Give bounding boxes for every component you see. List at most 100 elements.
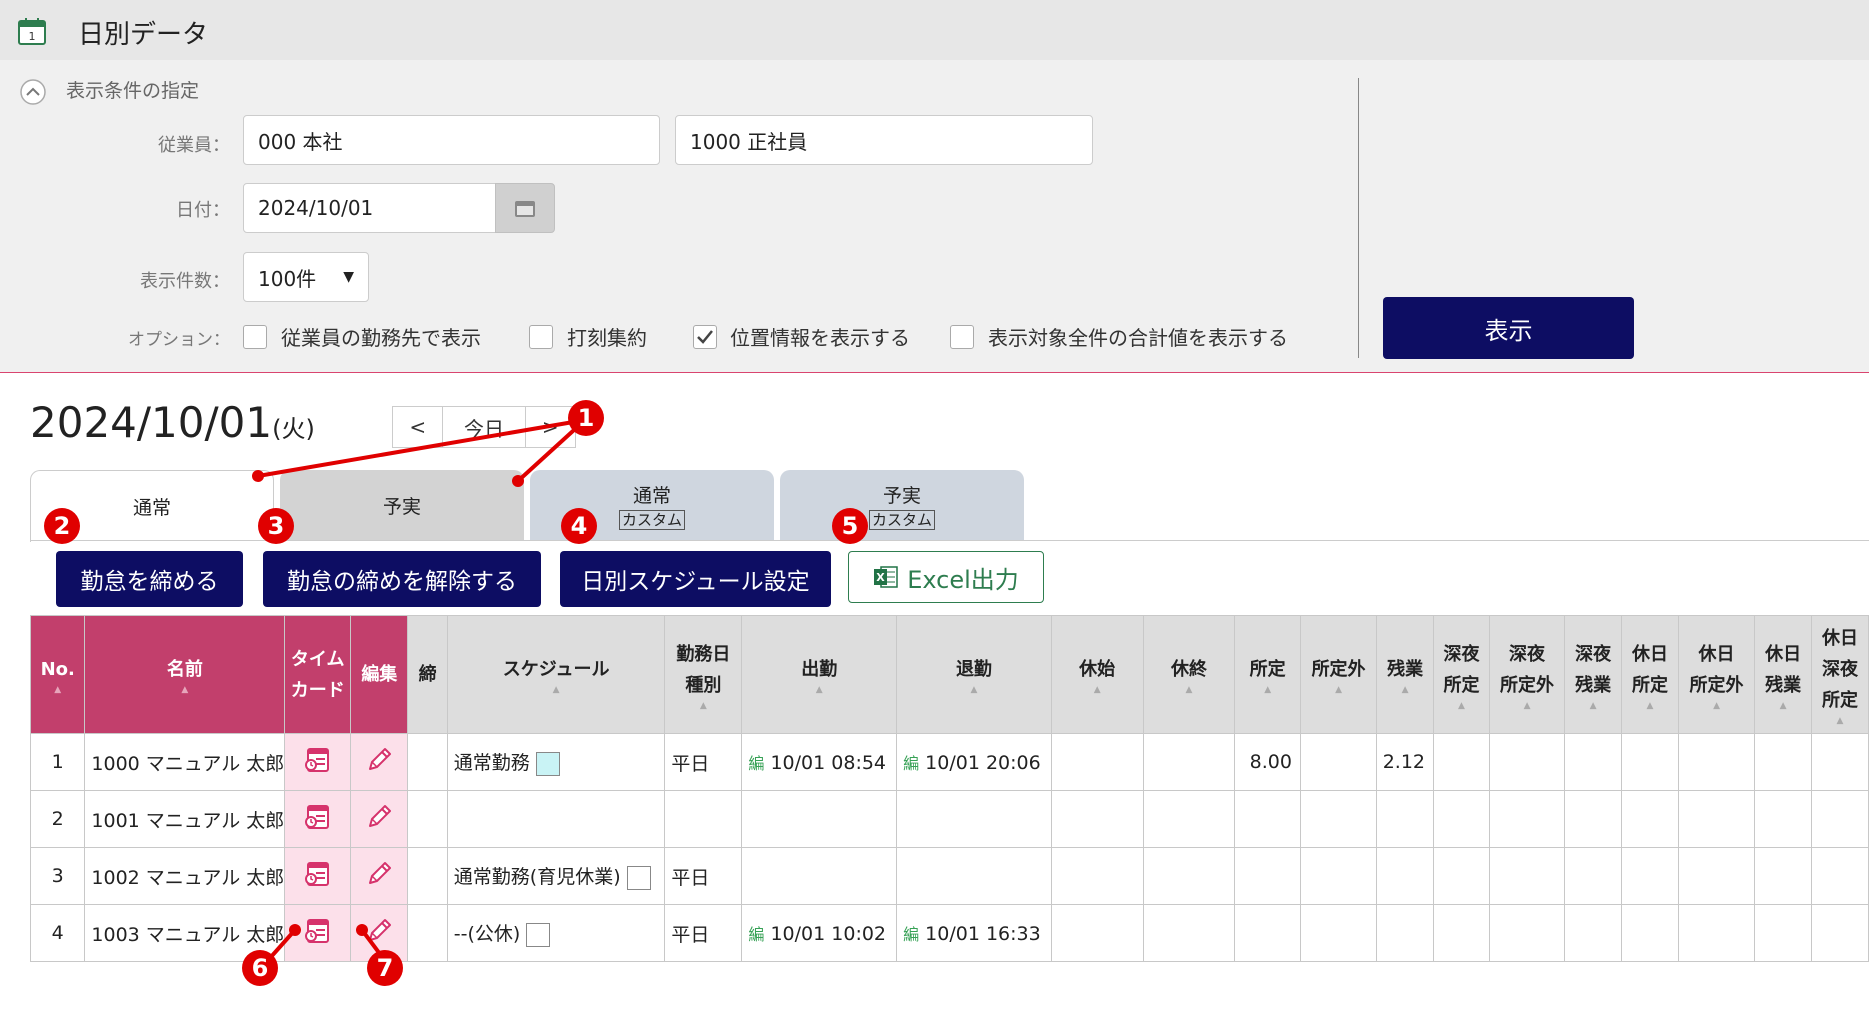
cell-overtime bbox=[1376, 790, 1435, 848]
sort-icon: ▲ bbox=[1185, 685, 1193, 695]
option-checkbox-total[interactable] bbox=[950, 325, 974, 349]
tab-plan-actual[interactable]: 予実 bbox=[280, 470, 524, 540]
cell-close bbox=[407, 733, 448, 791]
employee-type-input[interactable]: 1000 正社員 bbox=[675, 115, 1093, 165]
column-header-non_sched[interactable]: 所定外 ▲ bbox=[1299, 615, 1378, 734]
column-header-text: 退勤 bbox=[955, 659, 992, 680]
clock-in-time: 10/01 10:02 bbox=[770, 923, 887, 945]
column-header-daytype[interactable]: 勤務日 種別 ▲ bbox=[664, 615, 743, 734]
cell-empty bbox=[1488, 790, 1566, 848]
column-header-sched[interactable]: 所定 ▲ bbox=[1234, 615, 1301, 734]
column-header-text: 所定外 bbox=[1500, 674, 1555, 696]
cell-empty bbox=[1754, 733, 1812, 791]
column-header-hol_ot[interactable]: 休日 残業 ▲ bbox=[1754, 615, 1812, 734]
tab-normal-custom-sub: カスタム bbox=[618, 509, 685, 530]
cell-empty bbox=[1433, 847, 1490, 905]
column-header-hol_sched[interactable]: 休日 所定 ▲ bbox=[1621, 615, 1679, 734]
cell-scheduled-hours bbox=[1234, 790, 1301, 848]
column-header-hol_late[interactable]: 休日 深夜 所定 ▲ bbox=[1811, 615, 1869, 734]
cell-daytype: 平日 bbox=[664, 904, 743, 962]
cell-empty bbox=[1677, 904, 1756, 962]
column-header-hol_non[interactable]: 休日 所定外 ▲ bbox=[1677, 615, 1756, 734]
cell-empty bbox=[1488, 733, 1566, 791]
option-checkbox-aggregate[interactable] bbox=[529, 325, 553, 349]
cell-clock-in bbox=[741, 847, 898, 905]
tab-plan-actual-custom-label: 予実 bbox=[882, 484, 921, 507]
today-button[interactable]: 今日 bbox=[443, 407, 526, 447]
cell-no-text: 1 bbox=[51, 751, 64, 773]
timecard-icon[interactable] bbox=[303, 859, 333, 894]
timecard-icon[interactable] bbox=[303, 802, 333, 837]
sort-icon: ▲ bbox=[970, 685, 978, 695]
column-header-overtime[interactable]: 残業 ▲ bbox=[1376, 615, 1435, 734]
option-checkbox-location[interactable] bbox=[693, 325, 717, 349]
cell-non-scheduled bbox=[1299, 847, 1378, 905]
column-header-no[interactable]: No. ▲ bbox=[29, 615, 86, 734]
column-header-timecard: タイム カード bbox=[284, 615, 352, 734]
cell-empty bbox=[1811, 904, 1869, 962]
clock-in-time: 10/01 08:54 bbox=[770, 752, 887, 774]
cell-name: 1002 マニュアル 太郎 bbox=[84, 847, 286, 905]
column-header-text: 休日 bbox=[1822, 628, 1858, 649]
cell-empty bbox=[1621, 904, 1679, 962]
cell-daytype: 平日 bbox=[664, 733, 743, 791]
pencil-icon[interactable] bbox=[364, 859, 394, 894]
column-header-name[interactable]: 名前 ▲ bbox=[84, 615, 286, 734]
timecard-icon[interactable] bbox=[303, 916, 333, 951]
sort-icon: ▲ bbox=[815, 685, 823, 695]
cell-empty bbox=[1621, 790, 1679, 848]
employee-office-input[interactable]: 000 本社 bbox=[243, 115, 660, 165]
show-button[interactable]: 表示 bbox=[1383, 297, 1634, 359]
column-header-late_ot[interactable]: 深夜 残業 ▲ bbox=[1564, 615, 1623, 734]
cell-edit bbox=[350, 790, 409, 848]
excel-icon: X bbox=[874, 566, 898, 588]
option-checkbox-workplace[interactable] bbox=[243, 325, 267, 349]
count-select[interactable]: 100件 ▼ bbox=[243, 252, 369, 302]
schedule-name: 通常勤務 bbox=[453, 752, 530, 775]
column-header-brk_end[interactable]: 休終 ▲ bbox=[1142, 615, 1236, 734]
column-header-late_non[interactable]: 深夜 所定外 ▲ bbox=[1488, 615, 1566, 734]
schedule-color-swatch bbox=[535, 751, 560, 776]
filter-heading: 表示条件の指定 bbox=[66, 80, 200, 102]
cell-edit bbox=[350, 847, 409, 905]
date-input[interactable]: 2024/10/01 bbox=[243, 183, 496, 233]
daily-schedule-button[interactable]: 日別スケジュール設定 bbox=[560, 551, 831, 607]
cell-clock-in: 編 10/01 08:54 bbox=[741, 733, 898, 791]
date-picker-button[interactable] bbox=[495, 183, 555, 233]
column-header-brk_start[interactable]: 休始 ▲ bbox=[1050, 615, 1144, 734]
cell-empty bbox=[1754, 847, 1812, 905]
scheduled-hours: 8.00 bbox=[1249, 751, 1292, 773]
column-header-text: 所定 bbox=[1443, 674, 1480, 696]
chevron-up-icon[interactable] bbox=[19, 78, 47, 106]
cell-non-scheduled bbox=[1299, 733, 1378, 791]
annotation-badge-5: 5 bbox=[832, 508, 868, 544]
employee-label: 従業員： bbox=[158, 135, 230, 156]
tab-plan-actual-custom[interactable]: 予実 カスタム bbox=[780, 470, 1024, 540]
cell-empty bbox=[1677, 790, 1756, 848]
schedule-name: 通常勤務(育児休業) bbox=[453, 866, 621, 889]
svg-text:1: 1 bbox=[29, 30, 36, 43]
excel-export-label: Excel出力 bbox=[907, 565, 1019, 594]
cell-schedule: --(公休) bbox=[446, 904, 666, 962]
pencil-icon[interactable] bbox=[364, 745, 394, 780]
svg-text:X: X bbox=[876, 571, 885, 584]
excel-export-button[interactable]: X Excel出力 bbox=[848, 551, 1044, 603]
cell-schedule: 通常勤務 bbox=[446, 733, 666, 791]
schedule-color-swatch bbox=[626, 865, 651, 890]
cell-break-start bbox=[1050, 904, 1144, 962]
column-header-out[interactable]: 退勤 ▲ bbox=[896, 615, 1052, 734]
pencil-icon[interactable] bbox=[364, 802, 394, 837]
calendar-icon bbox=[515, 201, 535, 217]
timecard-icon[interactable] bbox=[303, 745, 333, 780]
column-header-in[interactable]: 出勤 ▲ bbox=[741, 615, 898, 734]
prev-day-button[interactable]: < bbox=[393, 407, 444, 447]
column-header-text: 残業 bbox=[1765, 674, 1802, 696]
column-header-late_sched[interactable]: 深夜 所定 ▲ bbox=[1433, 615, 1490, 734]
pencil-icon[interactable] bbox=[364, 916, 394, 951]
close-attendance-button[interactable]: 勤怠を締める bbox=[56, 551, 243, 607]
unclose-attendance-button[interactable]: 勤怠の締めを解除する bbox=[263, 551, 541, 607]
column-header-text: 休日 bbox=[1765, 643, 1802, 665]
column-header-schedule[interactable]: スケジュール ▲ bbox=[446, 615, 666, 734]
annotation-badge-1: 1 bbox=[568, 400, 604, 436]
annotation-badge-4: 4 bbox=[561, 508, 597, 544]
